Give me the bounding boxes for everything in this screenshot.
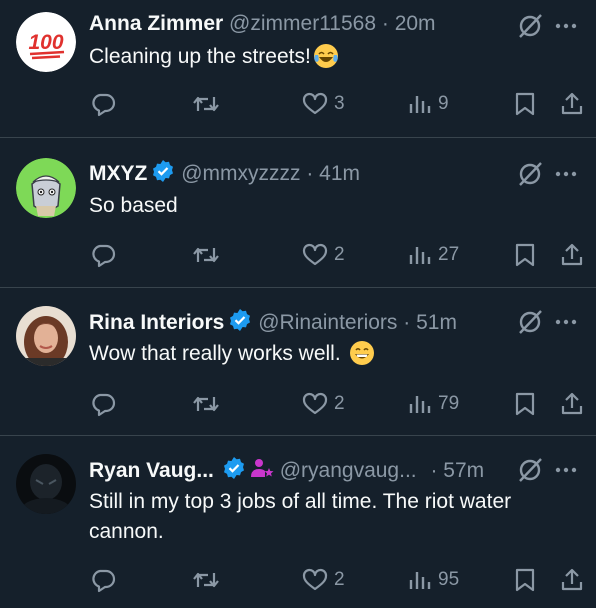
tweet-text: Still in my top 3 jobs of all time. The … bbox=[89, 490, 512, 543]
hundred-points-icon: 100 bbox=[16, 12, 76, 72]
more-options-icon[interactable] bbox=[552, 12, 580, 40]
share-icon bbox=[561, 92, 583, 115]
heart-icon bbox=[302, 243, 328, 266]
verified-badge-icon bbox=[151, 159, 175, 191]
tweet[interactable]: MXYZ @mmxyzzzz · 41m So based 2 27 bbox=[0, 138, 596, 288]
author-name[interactable]: MXYZ bbox=[89, 162, 147, 185]
repost-button[interactable] bbox=[192, 390, 226, 418]
avatar[interactable] bbox=[16, 454, 76, 514]
reply-icon bbox=[92, 244, 116, 268]
bookmark-button[interactable] bbox=[514, 390, 536, 418]
timestamp[interactable]: · 57m bbox=[430, 459, 484, 482]
heart-icon bbox=[302, 568, 328, 591]
repost-button[interactable] bbox=[192, 241, 226, 269]
author-handle[interactable]: @zimmer11568 bbox=[229, 12, 376, 35]
author-name[interactable]: Rina Interiors bbox=[89, 311, 224, 334]
share-button[interactable] bbox=[560, 566, 584, 594]
face-with-tears-of-joy-icon bbox=[313, 43, 339, 78]
timestamp[interactable]: · 20m bbox=[382, 12, 436, 35]
person-star-icon bbox=[250, 456, 274, 488]
bookmark-button[interactable] bbox=[514, 90, 536, 118]
verified-badge-icon bbox=[228, 308, 252, 340]
avatar[interactable] bbox=[16, 306, 76, 366]
reply-button[interactable] bbox=[90, 566, 122, 594]
tweet[interactable]: Rina Interiors @Rinainteriors · 51m Wow … bbox=[0, 288, 596, 436]
repost-icon bbox=[193, 572, 219, 588]
repost-button[interactable] bbox=[192, 566, 226, 594]
verified-badge-icon bbox=[222, 456, 246, 488]
share-icon bbox=[561, 243, 583, 266]
timestamp[interactable]: · 51m bbox=[403, 311, 457, 334]
grok-icon[interactable] bbox=[516, 456, 544, 484]
bookmark-icon bbox=[515, 568, 535, 592]
tweet-text: Cleaning up the streets! bbox=[89, 42, 576, 78]
more-options-icon[interactable] bbox=[552, 456, 580, 484]
share-button[interactable] bbox=[560, 390, 584, 418]
avatar[interactable] bbox=[16, 158, 76, 218]
grinning-face-icon bbox=[349, 340, 375, 375]
views-button[interactable]: 27 bbox=[408, 241, 459, 269]
share-icon bbox=[561, 392, 583, 415]
bookmark-icon bbox=[515, 243, 535, 267]
svg-text:100: 100 bbox=[28, 31, 63, 54]
tweet[interactable]: Ryan Vaug... @ryangvaug... · 57m Still i… bbox=[0, 436, 596, 608]
author-handle[interactable]: @Rinainteriors bbox=[258, 311, 397, 334]
reply-button[interactable] bbox=[90, 241, 122, 269]
analytics-icon bbox=[409, 247, 431, 264]
reply-button[interactable] bbox=[90, 390, 122, 418]
grok-icon[interactable] bbox=[516, 160, 544, 188]
like-button[interactable]: 2 bbox=[302, 566, 345, 594]
tweet-text: So based bbox=[89, 194, 178, 217]
views-button[interactable]: 95 bbox=[408, 566, 459, 594]
tweet-actions: 2 27 bbox=[0, 241, 596, 269]
heart-icon bbox=[302, 392, 328, 415]
views-button[interactable]: 9 bbox=[408, 90, 449, 118]
tweet-actions: 3 9 bbox=[0, 90, 596, 118]
repost-icon bbox=[193, 396, 219, 412]
timestamp[interactable]: · 41m bbox=[306, 162, 360, 185]
like-button[interactable]: 3 bbox=[302, 90, 345, 118]
more-options-icon[interactable] bbox=[552, 308, 580, 336]
grok-icon[interactable] bbox=[516, 12, 544, 40]
dark-photo-avatar-icon bbox=[16, 454, 76, 514]
tweet-text: Wow that really works well. bbox=[89, 339, 576, 375]
analytics-icon bbox=[409, 572, 431, 589]
photo-avatar-icon bbox=[16, 306, 76, 366]
repost-icon bbox=[193, 96, 219, 112]
share-button[interactable] bbox=[560, 241, 584, 269]
like-button[interactable]: 2 bbox=[302, 390, 345, 418]
cartoon-avatar-icon bbox=[16, 158, 76, 218]
reply-icon bbox=[92, 569, 116, 593]
analytics-icon bbox=[409, 396, 431, 413]
views-button[interactable]: 79 bbox=[408, 390, 459, 418]
repost-icon bbox=[193, 247, 219, 263]
bookmark-icon bbox=[515, 92, 535, 116]
author-name[interactable]: Anna Zimmer bbox=[89, 12, 223, 35]
tweet[interactable]: 100 Anna Zimmer @zimmer11568 · 20m Clean… bbox=[0, 0, 596, 138]
heart-icon bbox=[302, 92, 328, 115]
more-options-icon[interactable] bbox=[552, 160, 580, 188]
reply-icon bbox=[92, 393, 116, 417]
reply-button[interactable] bbox=[90, 90, 122, 118]
bookmark-button[interactable] bbox=[514, 566, 536, 594]
author-name[interactable]: Ryan Vaug... bbox=[89, 459, 214, 482]
grok-icon[interactable] bbox=[516, 308, 544, 336]
like-button[interactable]: 2 bbox=[302, 241, 345, 269]
avatar[interactable]: 100 bbox=[16, 12, 76, 72]
analytics-icon bbox=[409, 96, 431, 113]
repost-button[interactable] bbox=[192, 90, 226, 118]
author-handle[interactable]: @mmxyzzzz bbox=[181, 162, 300, 185]
author-handle[interactable]: @ryangvaug... bbox=[280, 459, 417, 482]
tweet-actions: 2 79 bbox=[0, 390, 596, 418]
tweet-actions: 2 95 bbox=[0, 566, 596, 594]
reply-icon bbox=[92, 93, 116, 117]
bookmark-icon bbox=[515, 392, 535, 416]
share-button[interactable] bbox=[560, 90, 584, 118]
share-icon bbox=[561, 568, 583, 591]
bookmark-button[interactable] bbox=[514, 241, 536, 269]
